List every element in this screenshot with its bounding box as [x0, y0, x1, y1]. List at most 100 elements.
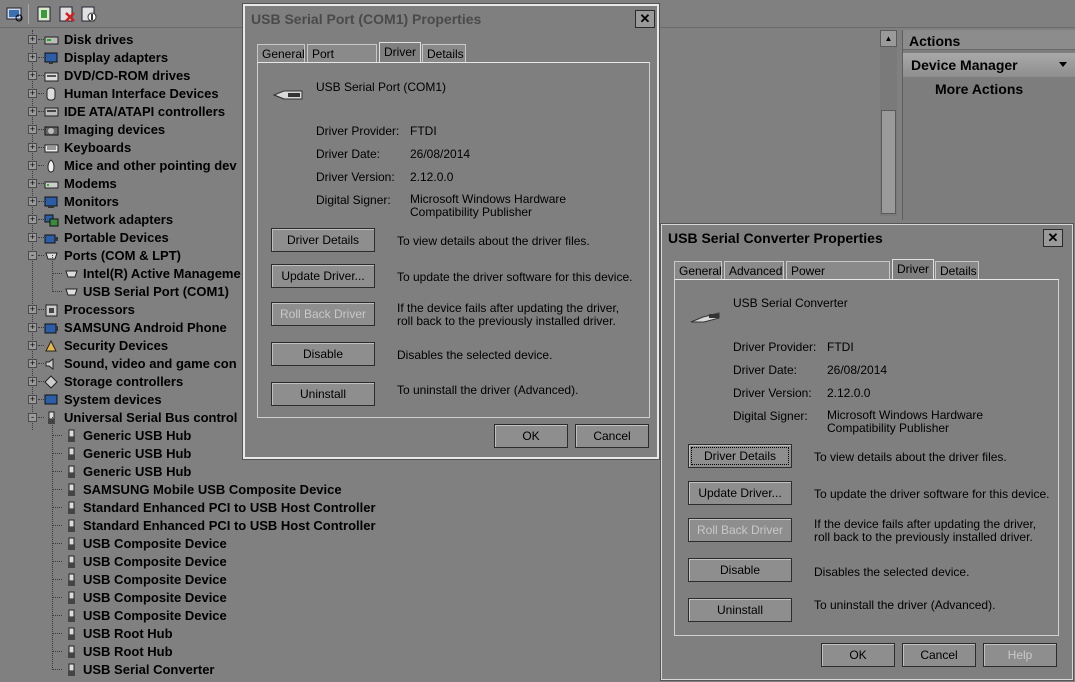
driver-provider-value: FTDI	[827, 340, 854, 354]
tree-item-label: Generic USB Hub	[83, 446, 192, 461]
usb-icon	[64, 555, 79, 569]
expand-icon[interactable]: +	[28, 323, 37, 332]
disable-desc: Disables the selected device.	[397, 348, 553, 362]
tree-item-label: Storage controllers	[64, 374, 184, 389]
help-button[interactable]: Help	[983, 643, 1057, 667]
expand-icon[interactable]: +	[28, 161, 37, 170]
collapse-icon[interactable]: -	[28, 413, 37, 422]
actions-device-manager[interactable]: Device Manager	[903, 53, 1075, 77]
update-driver-desc: To update the driver software for this d…	[814, 487, 1050, 501]
usb-icon	[64, 465, 79, 479]
update-driver-icon[interactable]	[36, 5, 54, 23]
scan-hardware-icon[interactable]	[6, 5, 24, 23]
tree-item-label: Keyboards	[64, 140, 132, 155]
disable-device-icon[interactable]	[80, 5, 98, 23]
expand-icon[interactable]: +	[28, 395, 37, 404]
uninstall-button[interactable]: Uninstall	[271, 382, 375, 406]
expand-icon[interactable]: +	[28, 89, 37, 98]
tab-power-management[interactable]: Power Management	[786, 261, 890, 292]
tab-driver[interactable]: Driver	[379, 42, 421, 63]
tab-general[interactable]: General	[674, 261, 722, 279]
ok-button[interactable]: OK	[494, 424, 568, 448]
expand-icon[interactable]: +	[28, 35, 37, 44]
disable-button[interactable]: Disable	[271, 342, 375, 366]
tab-driver[interactable]: Driver	[892, 259, 934, 280]
disk-icon	[44, 33, 59, 47]
cancel-button[interactable]: Cancel	[902, 643, 976, 667]
usb-icon	[64, 609, 79, 623]
tree-item-label: Processors	[64, 302, 135, 317]
dvd-icon	[44, 69, 59, 83]
uninstall-button[interactable]: Uninstall	[688, 598, 792, 622]
roll-back-driver-desc: If the device fails after updating the d…	[814, 517, 1037, 544]
roll-back-driver-button[interactable]: Roll Back Driver	[688, 518, 792, 542]
expand-icon[interactable]: +	[28, 143, 37, 152]
expand-icon[interactable]: +	[28, 377, 37, 386]
more-actions-link[interactable]: More Actions	[903, 77, 1075, 101]
tree-item-label: DVD/CD-ROM drives	[64, 68, 191, 83]
camera-icon	[44, 123, 59, 137]
expand-icon[interactable]: +	[28, 215, 37, 224]
collapse-icon[interactable]: -	[28, 251, 37, 260]
usb-icon	[64, 483, 79, 497]
expand-icon[interactable]: +	[28, 71, 37, 80]
tab-port-settings[interactable]: Port Settings	[307, 44, 377, 75]
tree-item-label: Network adapters	[64, 212, 174, 227]
port-icon	[64, 267, 79, 281]
usb-icon	[64, 429, 79, 443]
scroll-thumb[interactable]	[881, 110, 896, 214]
driver-details-button[interactable]: Driver Details	[688, 444, 792, 468]
close-icon[interactable]: ✕	[1043, 229, 1063, 247]
expand-icon[interactable]: +	[28, 197, 37, 206]
expand-icon[interactable]: +	[28, 125, 37, 134]
security-icon	[44, 339, 59, 353]
collapse-arrow-icon[interactable]	[1059, 62, 1067, 67]
tree-item-label: IDE ATA/ATAPI controllers	[64, 104, 226, 119]
tree-item-label: System devices	[64, 392, 162, 407]
device-manager-window: + Disk drives + Display adapters + DVD/CD-ROM…	[0, 0, 1075, 682]
close-icon[interactable]: ✕	[635, 10, 655, 28]
tree-item-label: Generic USB Hub	[83, 428, 192, 443]
expand-icon[interactable]: +	[28, 341, 37, 350]
processor-icon	[44, 303, 59, 317]
driver-date-value: 26/08/2014	[827, 363, 888, 377]
tree-item-label: USB Root Hub	[83, 644, 173, 659]
uninstall-desc: To uninstall the driver (Advanced).	[814, 598, 996, 612]
driver-provider-label: Driver Provider:	[733, 340, 817, 354]
storage-icon	[44, 375, 59, 389]
usb-icon	[64, 519, 79, 533]
tree-item-label: Universal Serial Bus control	[64, 410, 238, 425]
tree-item-label: Intel(R) Active Manageme	[83, 266, 241, 281]
digital-signer-label: Digital Signer:	[316, 193, 391, 207]
update-driver-button[interactable]: Update Driver...	[271, 264, 375, 288]
ok-button[interactable]: OK	[821, 643, 895, 667]
update-driver-button[interactable]: Update Driver...	[688, 481, 792, 505]
expand-icon[interactable]: +	[28, 107, 37, 116]
tab-strip: General Advanced Power Management Driver…	[674, 259, 1069, 292]
keyboard-icon	[44, 141, 59, 155]
driver-details-button[interactable]: Driver Details	[271, 228, 375, 252]
roll-back-driver-button[interactable]: Roll Back Driver	[271, 302, 375, 326]
tab-details[interactable]: Details	[935, 261, 979, 279]
scroll-up-icon[interactable]: ▲	[880, 30, 897, 47]
usb-serial-port-properties-dialog: USB Serial Port (COM1) Properties ✕ Gene…	[243, 4, 659, 459]
expand-icon[interactable]: +	[28, 53, 37, 62]
uninstall-device-icon[interactable]	[58, 5, 76, 23]
tab-general[interactable]: General	[257, 44, 305, 62]
device-name: USB Serial Port (COM1)	[316, 80, 447, 94]
expand-icon[interactable]: +	[28, 179, 37, 188]
cancel-button[interactable]: Cancel	[575, 424, 649, 448]
tree-scrollbar[interactable]: ▲	[880, 30, 897, 216]
expand-icon[interactable]: +	[28, 359, 37, 368]
portable-icon	[44, 231, 59, 245]
actions-header: Actions	[903, 30, 1075, 50]
disable-button[interactable]: Disable	[688, 558, 792, 582]
expand-icon[interactable]: +	[28, 305, 37, 314]
tab-advanced[interactable]: Advanced	[724, 261, 784, 279]
port-icon	[64, 285, 79, 299]
tab-details[interactable]: Details	[422, 44, 466, 62]
expand-icon[interactable]: +	[28, 233, 37, 242]
tab-strip: General Port Settings Driver Details	[257, 42, 657, 75]
driver-provider-value: FTDI	[410, 124, 437, 138]
uninstall-desc: To uninstall the driver (Advanced).	[397, 383, 579, 397]
